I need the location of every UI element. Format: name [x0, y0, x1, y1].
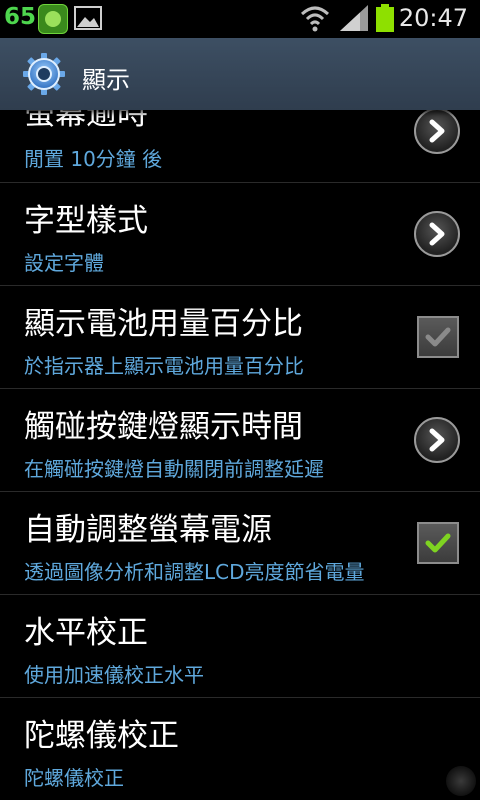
setting-touch-key-light[interactable]: 觸碰按鍵燈顯示時間 在觸碰按鍵燈自動關閉前調整延遲 [0, 389, 480, 492]
setting-subtitle: 透過圖像分析和調整LCD亮度節省電量 [24, 560, 365, 584]
battery-icon [376, 4, 394, 32]
signal-icon [340, 5, 368, 31]
battery-percentage-checkbox[interactable] [417, 316, 459, 358]
setting-title: 自動調整螢幕電源 [24, 512, 272, 548]
page-title: 顯示 [82, 66, 130, 94]
setting-title: 字型樣式 [24, 203, 148, 239]
setting-title: 顯示電池用量百分比 [24, 306, 303, 342]
notification-count: 65 [4, 4, 37, 30]
scroll-indicator[interactable] [446, 766, 476, 796]
setting-title: 水平校正 [24, 615, 148, 651]
app-badge-icon [38, 4, 68, 34]
setting-font-style[interactable]: 字型樣式 設定字體 [0, 183, 480, 286]
status-bar: 65 20:47 [0, 0, 480, 38]
image-icon [74, 6, 102, 30]
setting-auto-screen-power[interactable]: 自動調整螢幕電源 透過圖像分析和調整LCD亮度節省電量 [0, 492, 480, 595]
chevron-right-icon [414, 417, 460, 463]
setting-subtitle: 閒置 10分鐘 後 [24, 147, 163, 171]
chevron-right-icon [414, 110, 460, 154]
setting-subtitle: 陀螺儀校正 [24, 766, 124, 790]
gear-icon [23, 53, 65, 95]
setting-subtitle: 設定字體 [24, 251, 104, 275]
setting-title: 螢幕逾時 [24, 110, 148, 132]
setting-subtitle: 於指示器上顯示電池用量百分比 [24, 354, 304, 378]
title-bar: 顯示 [0, 38, 480, 110]
setting-subtitle: 在觸碰按鍵燈自動關閉前調整延遲 [24, 457, 324, 481]
wifi-icon [300, 6, 330, 32]
setting-title: 陀螺儀校正 [24, 718, 179, 754]
chevron-right-icon [414, 211, 460, 257]
status-time: 20:47 [398, 4, 468, 32]
setting-battery-percentage[interactable]: 顯示電池用量百分比 於指示器上顯示電池用量百分比 [0, 286, 480, 389]
setting-gyroscope-calibration[interactable]: 陀螺儀校正 陀螺儀校正 [0, 698, 480, 800]
auto-screen-power-checkbox[interactable] [417, 522, 459, 564]
setting-subtitle: 使用加速儀校正水平 [24, 663, 204, 687]
setting-screen-timeout[interactable]: 螢幕逾時 閒置 10分鐘 後 [0, 110, 480, 183]
setting-horizontal-calibration[interactable]: 水平校正 使用加速儀校正水平 [0, 595, 480, 698]
settings-list[interactable]: 螢幕逾時 閒置 10分鐘 後 字型樣式 設定字體 顯示電池用量百分比 於指示器上… [0, 110, 480, 800]
setting-title: 觸碰按鍵燈顯示時間 [24, 409, 303, 445]
